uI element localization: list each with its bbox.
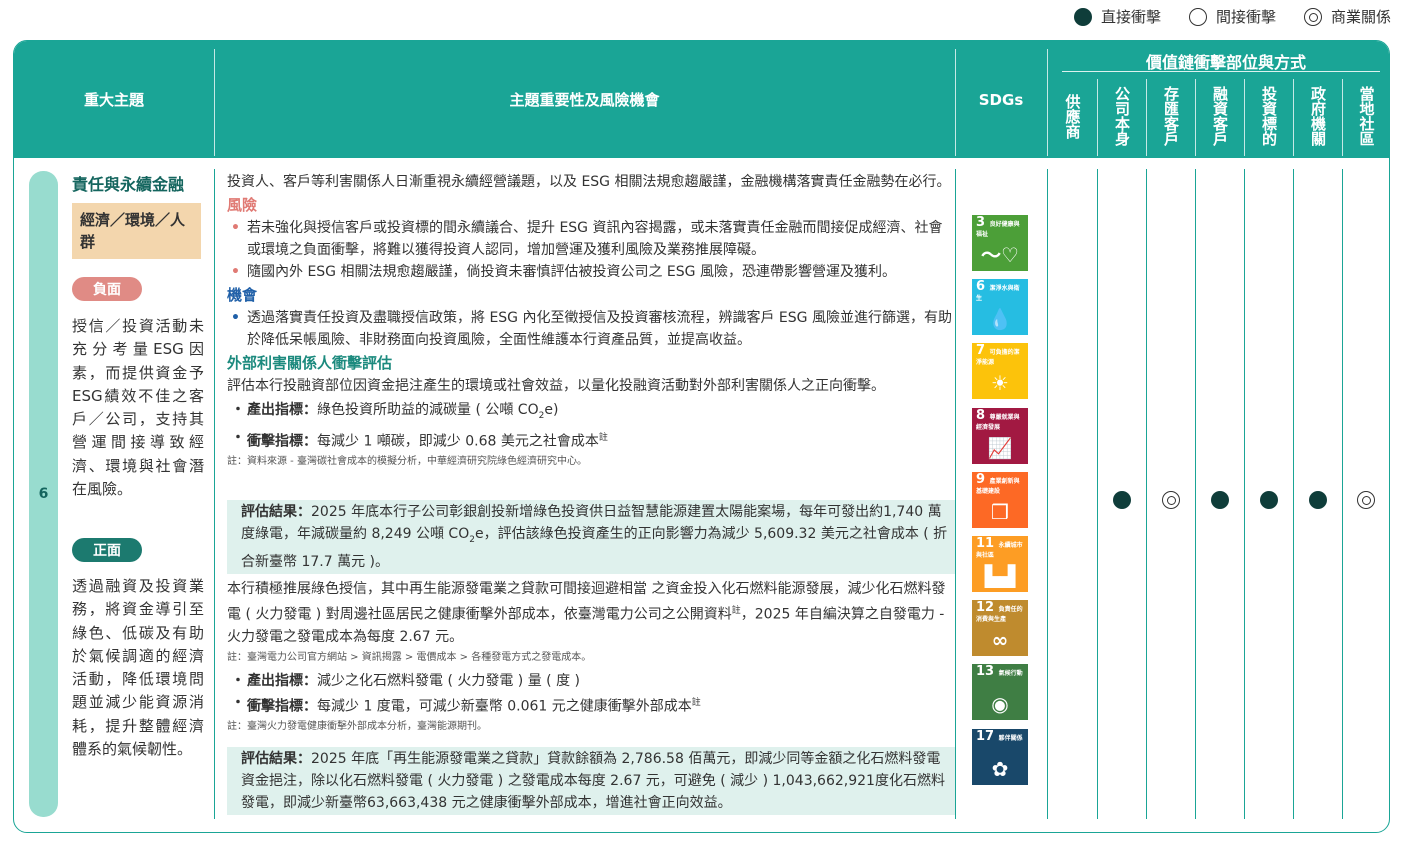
- risk-item: • 若未強化與授信客戶或投資標的間永續議合、提升 ESG 資訊內容揭露，或未落實責…: [227, 217, 954, 261]
- header-col-company: 公司本身: [1113, 86, 1131, 146]
- sdg-11-tile: 11 永續城市與社區 ▙▟: [972, 536, 1028, 592]
- importance-content: 投資人、客戶等利害關係人日漸重視永續經營議題，以及 ESG 相關法規愈趨嚴謹，金…: [227, 171, 954, 469]
- city-icon: ▙▟: [984, 564, 1016, 588]
- sdg-17-tile: 17 夥伴關係 ✿: [972, 728, 1028, 785]
- output-indicator-2: ・產出指標：減少之化石燃料發電 ( 火力發電 ) 量 ( 度 ): [231, 672, 580, 689]
- risk-heading: 風險: [227, 196, 258, 214]
- sdg-6-tile: 6 潔淨水與衛生 💧: [972, 279, 1028, 336]
- header-col-community: 當地社區: [1357, 86, 1376, 146]
- filled-circle-icon: [1073, 7, 1092, 26]
- sdg-9-tile: 9 產業創新與基礎建設 ❒: [972, 471, 1028, 528]
- water-drop-icon: 💧: [987, 307, 1013, 332]
- target-circle-icon: [1303, 7, 1322, 26]
- risk-item-text: 若未強化與授信客戶或投資標的間永續議合、提升 ESG 資訊內容揭露，或未落實責任…: [247, 220, 943, 258]
- intro-paragraph: 投資人、客戶等利害關係人日漸重視永續經營議題，以及 ESG 相關法規愈趨嚴謹，金…: [227, 174, 951, 190]
- sdg-number: 11: [976, 536, 999, 551]
- sdg-number: 3: [976, 215, 990, 230]
- sdg-number: 6: [976, 279, 990, 295]
- header-col-loan-client: 融資客戶: [1211, 86, 1229, 146]
- growth-chart-icon: 📈: [987, 435, 1013, 460]
- sdg-number: 7: [976, 343, 990, 359]
- sdg-12-tile: 12 負責任的消費與生產 ∞: [972, 600, 1028, 657]
- sdg-number: 9: [976, 471, 990, 487]
- risk-item: • 隨國內外 ESG 相關法規愈趨嚴謹，倘投資未審慎評估被投資公司之 ESG 風險…: [227, 261, 954, 283]
- sdg-number: 13: [976, 664, 999, 680]
- deposit-client-business-relation-icon: [1161, 491, 1180, 509]
- material-topic-table: 重大主題 主題重要性及風險機會 SDGs 價值鏈衝擊部位與方式 供應商 公司本身…: [13, 40, 1390, 833]
- legend-indirect: 間接衝擊: [1188, 6, 1276, 27]
- company-direct-impact-icon: [1112, 491, 1131, 509]
- cubes-icon: ❒: [991, 499, 1009, 524]
- topic-tag: 經濟／環境／人群: [72, 203, 201, 259]
- government-direct-impact-icon: [1308, 491, 1327, 509]
- positive-badge: 正面: [72, 538, 142, 562]
- header-topic: 重大主題: [83, 91, 144, 109]
- sdg-7-tile: 7 可負擔的潔淨能源 ☀: [972, 343, 1028, 400]
- hollow-circle-icon: [1188, 7, 1207, 26]
- opportunity-heading: 機會: [227, 286, 258, 304]
- header-value-chain-divider: [1062, 71, 1380, 72]
- opportunity-item-text: 透過落實責任投資及盡職授信政策，將 ESG 內化至徵授信及投資審核流程，辨識客戶…: [247, 310, 952, 348]
- header-col-investee: 投資標的: [1260, 86, 1278, 146]
- negative-badge: 負面: [72, 277, 142, 301]
- loan-client-direct-impact-icon: [1210, 491, 1229, 509]
- earth-eye-icon: ◉: [991, 692, 1009, 717]
- legend-direct: 直接衝擊: [1073, 6, 1161, 27]
- sdg-label: 氣候行動: [998, 670, 1023, 678]
- table-header: 重大主題 主題重要性及風險機會 SDGs 價值鏈衝擊部位與方式 供應商 公司本身…: [14, 41, 1389, 158]
- external-assessment-intro: 評估本行投融資部位因資金挹注產生的環境或社會效益，以量化投融資活動對外部利害關係…: [227, 378, 885, 394]
- sdg-8-tile: 8 尊嚴就業與經濟發展 📈: [972, 407, 1028, 464]
- source-note: 註：臺灣火力發電健康衝擊外部成本分析，臺灣能源期刊。: [227, 721, 487, 733]
- opportunity-item: • 透過落實責任投資及盡職授信政策，將 ESG 內化至徵授信及投資審核流程，辨識客…: [227, 307, 954, 351]
- source-note: 註：臺灣電力公司官方網站 > 資訊揭露 > 電價成本 > 各種發電方式之發電成本…: [227, 651, 592, 663]
- sdg-number: 17: [976, 728, 999, 744]
- header-col-supplier: 供應商: [1063, 93, 1082, 139]
- external-assessment-heading: 外部利害關係人衝擊評估: [227, 354, 393, 372]
- green-loan-paragraph: 本行積極推展綠色授信，其中再生能源發電業之貸款可間接迴避相當 之資金投入化石燃料…: [227, 581, 946, 645]
- sun-icon: ☀: [991, 371, 1009, 396]
- investee-direct-impact-icon: [1259, 491, 1278, 509]
- legend-direct-label: 直接衝擊: [1100, 8, 1161, 26]
- topic-title: 責任與永續金融: [72, 175, 185, 194]
- impact-legend: 直接衝擊 間接衝擊 商業關係: [1073, 6, 1391, 27]
- sdg-number: 8: [976, 407, 990, 423]
- community-business-relation-icon: [1357, 491, 1375, 509]
- header-col-government: 政府機關: [1309, 86, 1327, 146]
- legend-indirect-label: 間接衝擊: [1215, 8, 1276, 26]
- row-number: 6: [29, 171, 58, 817]
- sdg-3-tile: 3 良好健康與福祉 〜♡: [972, 215, 1028, 271]
- negative-description: 授信／投資活動未充分考量ESG因素，而提供資金予ESG績效不佳之客戶／公司，支持…: [72, 317, 204, 499]
- legend-business-label: 商業關係: [1330, 8, 1391, 26]
- header-value-chain: 價值鏈衝擊部位與方式: [1145, 53, 1306, 72]
- risk-item-text: 隨國內外 ESG 相關法規愈趨嚴謹，倘投資未審慎評估被投資公司之 ESG 風險，…: [247, 264, 896, 280]
- sdg-number: 12: [976, 600, 999, 616]
- infinity-icon: ∞: [991, 628, 1009, 653]
- impact-indicator: ・衝擊指標：每減少 1 噸碳，即減少 0.68 美元之社會成本註: [231, 429, 608, 450]
- header-sdgs: SDGs: [978, 90, 1024, 109]
- output-indicator: ・產出指標：綠色投資所助益的減碳量 ( 公噸 CO2e): [231, 402, 559, 421]
- flower-rings-icon: ✿: [991, 756, 1009, 781]
- header-importance: 主題重要性及風險機會: [509, 91, 660, 109]
- evaluation-result-2: 評估結果：2025 年底「再生能源發電業之貸款」貸款餘額為 2,786.58 佰…: [227, 747, 955, 815]
- source-note: 註：資料來源 - 臺灣碳社會成本的模擬分析，中華經濟研究院綠色經濟研究中心。: [227, 456, 587, 468]
- positive-description: 透過融資及投資業務，將資金導引至綠色、低碳及有助於氣候調適的經濟活動，降低環境問…: [72, 577, 204, 759]
- heartbeat-icon: 〜♡: [981, 243, 1019, 267]
- sdg-label: 夥伴關係: [998, 734, 1023, 742]
- evaluation-result-1: 評估結果：2025 年底本行子公司彰銀創投新增綠色投資供日益智慧能源建置太陽能案…: [227, 500, 955, 574]
- impact-indicator-2: ・衝擊指標：每減少 1 度電，可減少新臺幣 0.061 元之健康衝擊外部成本註: [231, 694, 701, 715]
- sdg-13-tile: 13 氣候行動 ◉: [972, 664, 1028, 721]
- green-loan-content: 本行積極推展綠色授信，其中再生能源發電業之貸款可間接迴避相當 之資金投入化石燃料…: [227, 578, 954, 734]
- header-col-deposit-client: 存匯客戶: [1162, 86, 1180, 146]
- legend-business: 商業關係: [1303, 6, 1391, 27]
